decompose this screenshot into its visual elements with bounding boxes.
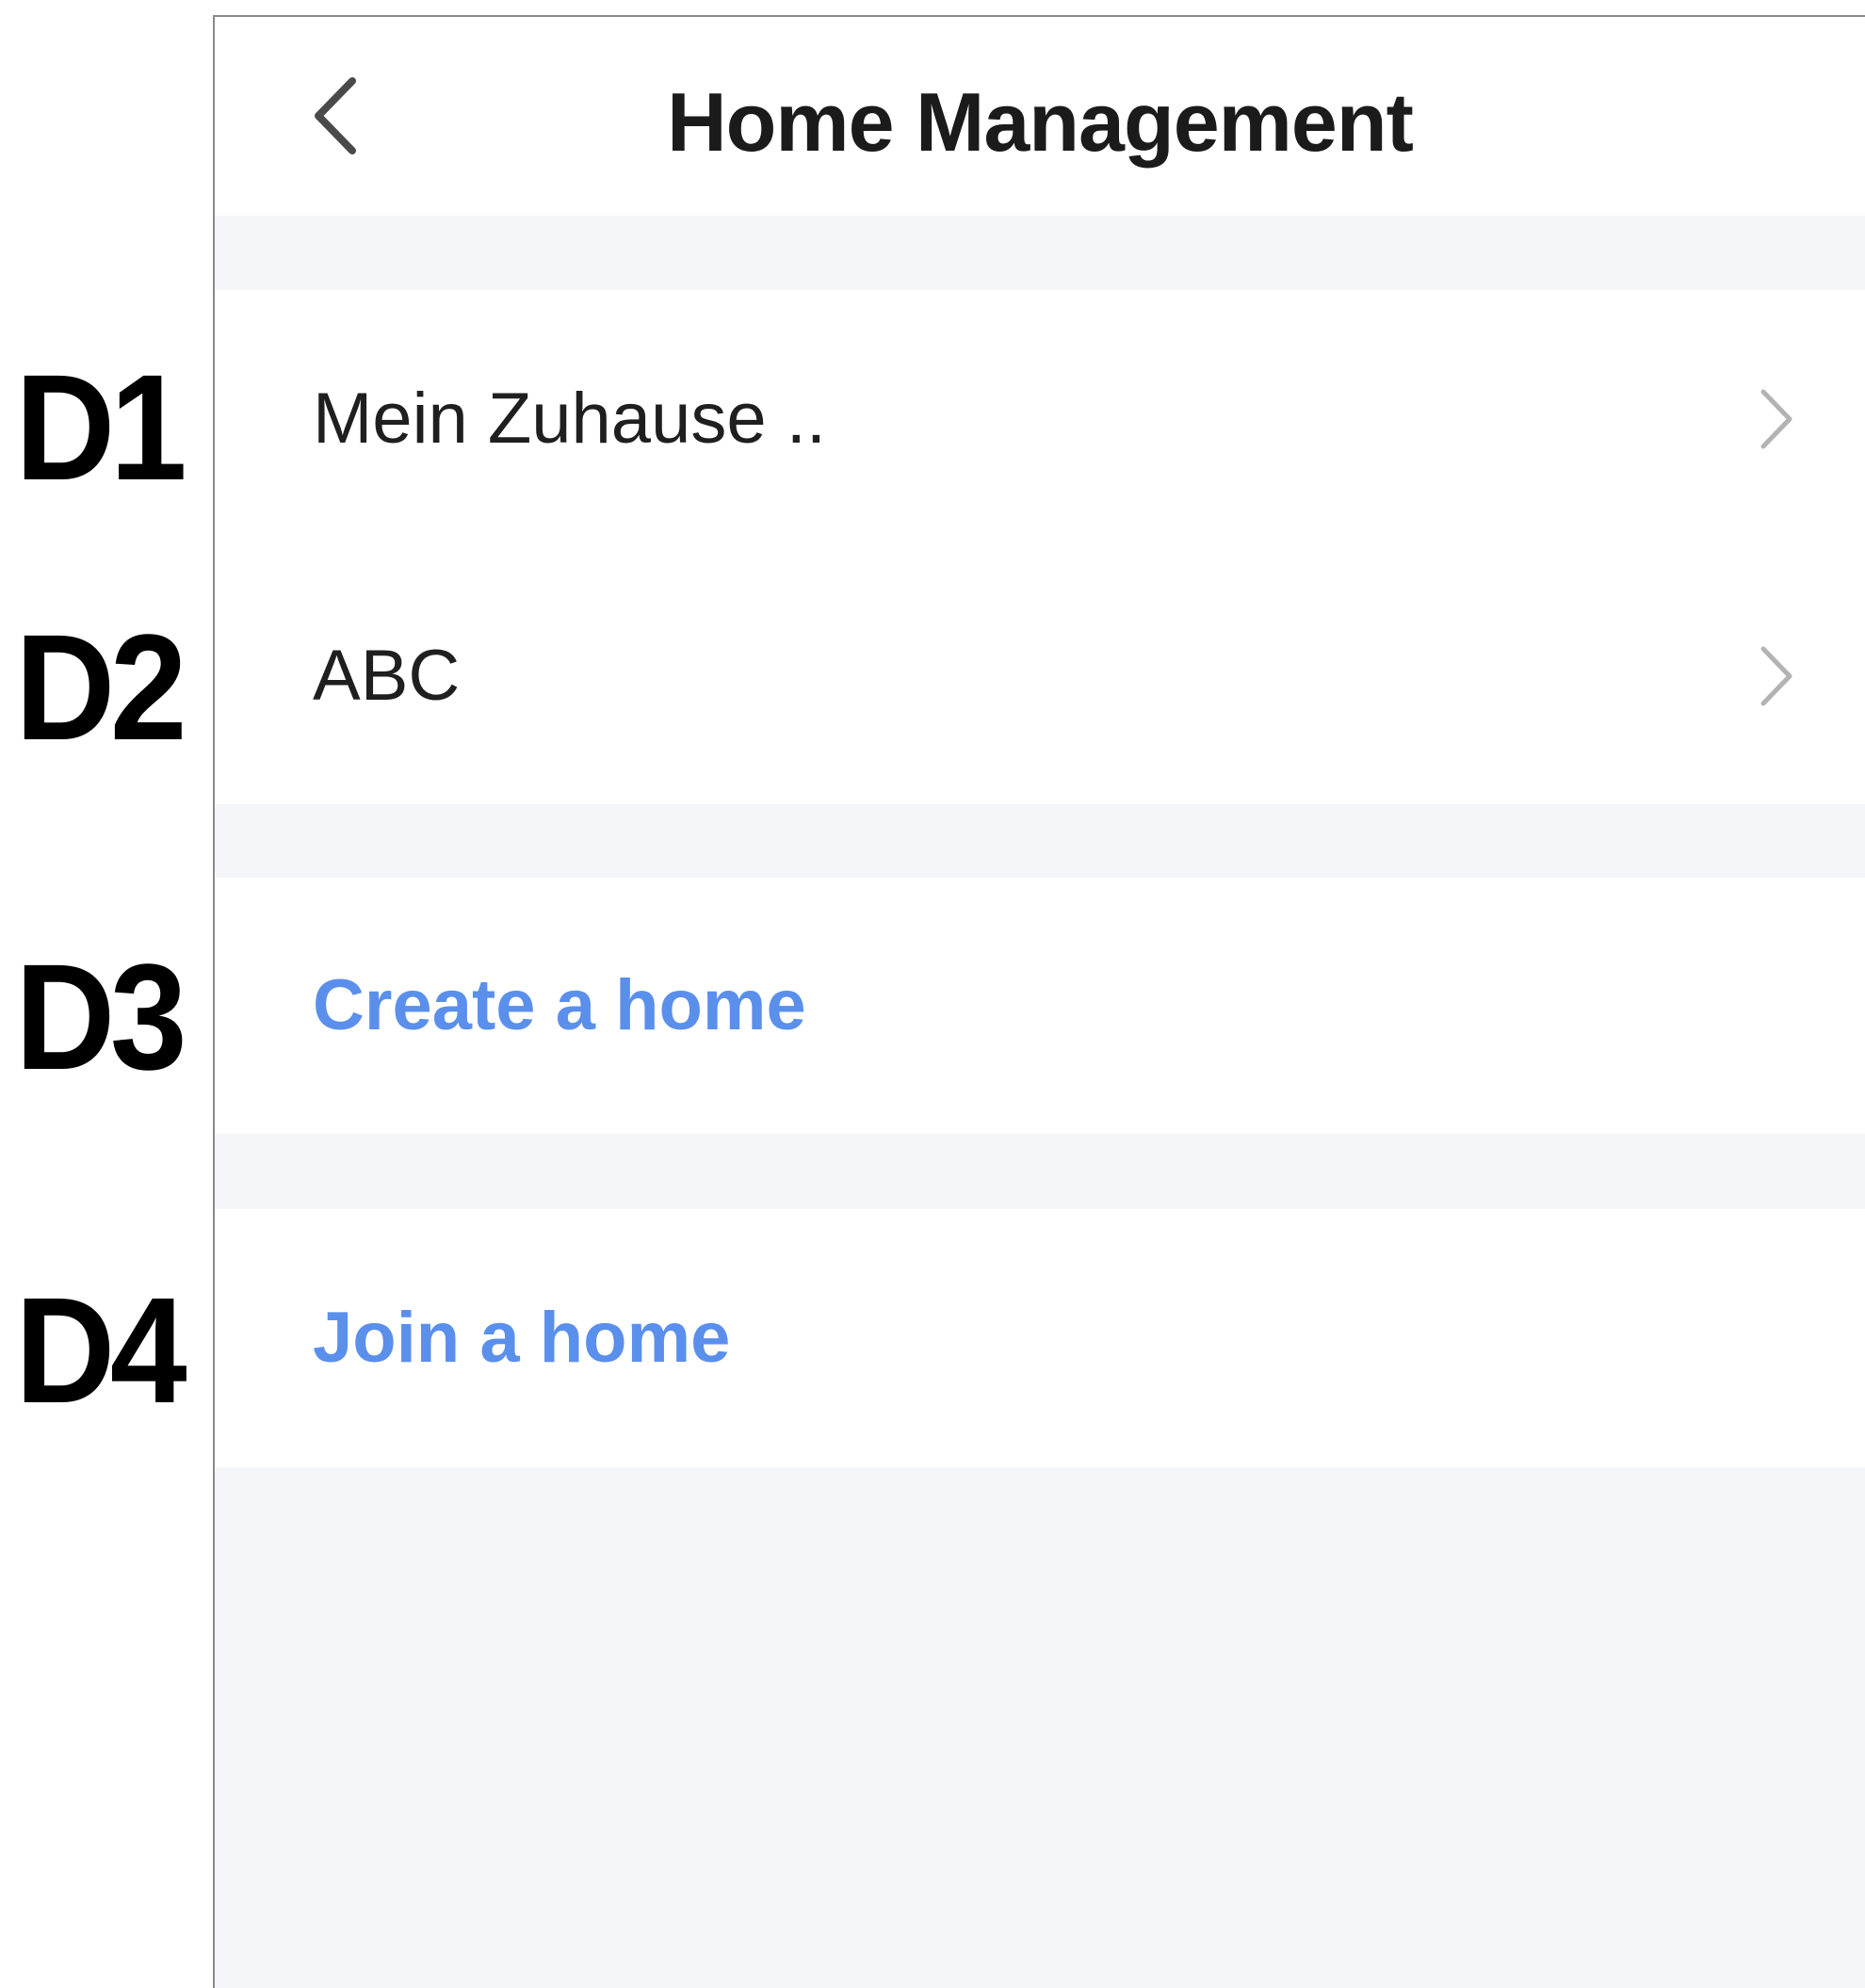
create-home-group: Create a home	[215, 878, 1865, 1134]
phone-screen: Home Management Mein Zuhause .. ABC Crea…	[213, 15, 1865, 1988]
chevron-right-icon	[1760, 389, 1792, 449]
home-name: Mein Zuhause ..	[313, 379, 826, 459]
join-home-button[interactable]: Join a home	[215, 1209, 1865, 1467]
annotation-d2: D2	[15, 603, 187, 771]
join-home-label: Join a home	[313, 1298, 731, 1378]
chevron-right-icon	[1760, 646, 1792, 706]
page-title: Home Management	[667, 75, 1414, 169]
nav-header: Home Management	[215, 17, 1865, 216]
annotated-screenshot: D1 D2 D3 D4 Home Management Mein Zuhause…	[0, 0, 1865, 1988]
annotation-d4: D4	[15, 1266, 187, 1434]
create-home-button[interactable]: Create a home	[215, 878, 1865, 1134]
annotation-d1: D1	[15, 343, 187, 511]
join-home-group: Join a home	[215, 1209, 1865, 1467]
create-home-label: Create a home	[313, 965, 806, 1045]
home-name: ABC	[313, 636, 461, 716]
list-item-home-1[interactable]: Mein Zuhause ..	[215, 290, 1865, 548]
list-item-home-2[interactable]: ABC	[215, 548, 1865, 804]
annotation-d3: D3	[15, 932, 187, 1101]
homes-list: Mein Zuhause .. ABC	[215, 290, 1865, 804]
